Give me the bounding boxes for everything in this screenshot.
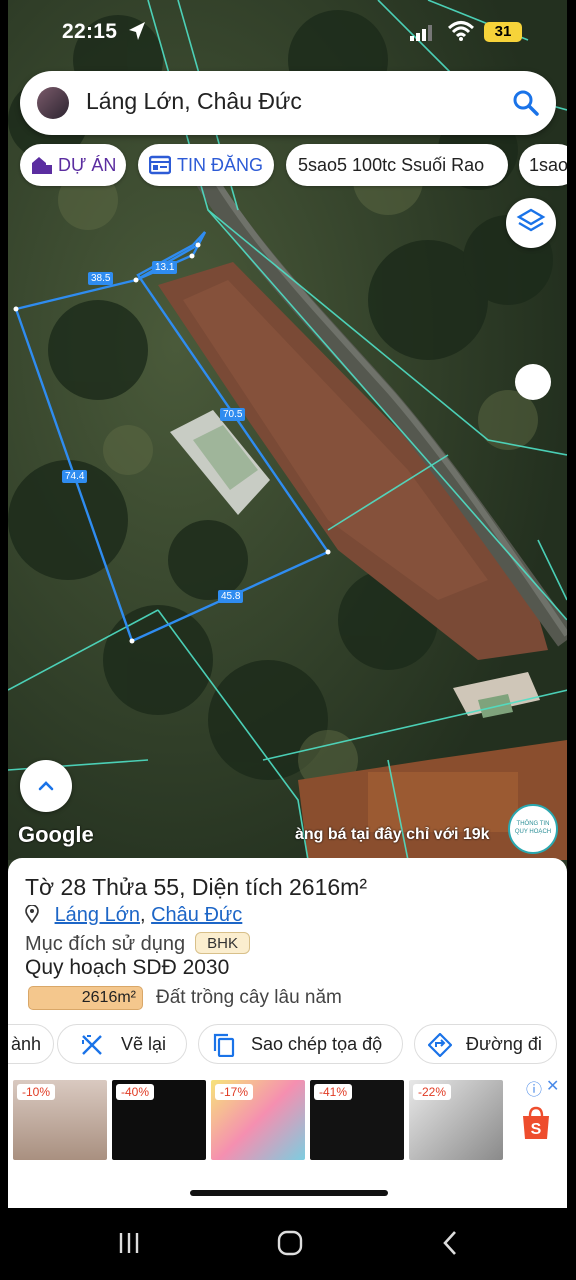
avatar[interactable] xyxy=(37,87,69,119)
chevron-up-icon xyxy=(38,781,54,791)
brand-logo[interactable]: THÔNG TIN QUY HOẠCH xyxy=(508,804,558,854)
filter-chips: DỰ ÁN TIN ĐĂNG 5sao5 100tc Ssuối Rao 1sa… xyxy=(8,144,567,188)
home-icon[interactable] xyxy=(275,1228,305,1258)
location-pin-icon xyxy=(25,905,39,923)
ad-item-3[interactable]: -17% xyxy=(211,1080,305,1160)
ad-item-2[interactable]: -40% xyxy=(112,1080,206,1160)
google-logo: Google xyxy=(18,822,94,847)
edge-length-label: 45.8 xyxy=(218,590,244,603)
directions-icon xyxy=(428,1033,452,1057)
redraw-icon xyxy=(82,1035,102,1055)
plan-title: Quy hoạch SDĐ 2030 xyxy=(25,956,230,979)
status-bar: 22:15 31 xyxy=(8,0,567,64)
phone-screen: 38.5 13.1 70.5 74.4 45.8 22:15 31 Láng Lớn, … xyxy=(0,0,576,1280)
listing-icon xyxy=(149,155,171,175)
parcel-title: Tờ 28 Thửa 55, Diện tích 2616m² xyxy=(25,874,368,900)
wifi-icon xyxy=(448,21,474,41)
back-icon[interactable] xyxy=(436,1228,466,1258)
map-layers-button[interactable] xyxy=(506,198,556,248)
chip-listing[interactable]: 5sao5 100tc Ssuối Rao xyxy=(286,144,508,186)
edge-length-label: 13.1 xyxy=(152,261,178,274)
ad-item-1[interactable]: -10% xyxy=(13,1080,107,1160)
edge-length-label: 70.5 xyxy=(220,408,246,421)
app-window: 38.5 13.1 70.5 74.4 45.8 22:15 31 Láng Lớn, … xyxy=(8,0,567,1208)
ward-link[interactable]: Láng Lớn xyxy=(55,904,140,926)
land-purpose: Mục đích sử dụng BHK xyxy=(25,932,250,956)
building-icon xyxy=(32,157,52,174)
plan-area-bar: 2616m² xyxy=(28,986,143,1010)
purpose-code-badge: BHK xyxy=(195,932,250,954)
search-query[interactable]: Láng Lớn, Châu Đức xyxy=(86,88,302,115)
ad-item-5[interactable]: -22% xyxy=(409,1080,503,1160)
chip-du-an[interactable]: DỰ ÁN xyxy=(20,144,126,186)
home-indicator[interactable] xyxy=(190,1190,388,1196)
location-arrow-icon xyxy=(129,22,145,40)
status-time: 22:15 xyxy=(62,20,118,43)
shopee-icon[interactable]: S xyxy=(520,1106,552,1140)
expand-button[interactable] xyxy=(20,760,72,812)
search-icon[interactable] xyxy=(512,89,540,117)
chip-listing-2[interactable]: 1sao xyxy=(519,144,567,186)
parcel-info-sheet: Tờ 28 Thửa 55, Diện tích 2616m² Láng Lớn… xyxy=(8,858,567,1208)
ad-close-icon[interactable]: ✕ xyxy=(546,1076,559,1096)
copy-icon xyxy=(213,1033,235,1057)
redraw-button[interactable]: Vẽ lại xyxy=(57,1024,187,1064)
map-drag-handle[interactable] xyxy=(515,364,551,400)
layers-icon xyxy=(516,208,546,232)
plan-use-label: Đất trồng cây lâu năm xyxy=(156,987,342,1008)
ad-item-4[interactable]: -41% xyxy=(310,1080,404,1160)
ad-info-icon[interactable]: ⓘ xyxy=(526,1076,542,1100)
search-bar[interactable]: Láng Lớn, Châu Đức xyxy=(20,71,556,135)
system-navigation-bar xyxy=(0,1208,576,1280)
ad-banner[interactable]: -10% -40% -17% -41% -22% ⓘ ✕ S xyxy=(8,1076,567,1160)
svg-text:S: S xyxy=(531,1121,542,1138)
promo-ticker[interactable]: àng bá tại đây chỉ với 19k xyxy=(295,826,490,844)
edge-length-label: 38.5 xyxy=(88,272,114,285)
edge-length-label: 74.4 xyxy=(62,470,88,483)
cellular-signal-icon xyxy=(410,25,432,41)
parcel-address: Láng Lớn, Châu Đức xyxy=(25,904,242,927)
battery-indicator: 31 xyxy=(484,22,522,42)
action-partial[interactable]: ành xyxy=(8,1024,54,1064)
directions-button[interactable]: Đường đi xyxy=(414,1024,557,1064)
copy-coords-button[interactable]: Sao chép tọa độ xyxy=(198,1024,403,1064)
chip-tin-dang[interactable]: TIN ĐĂNG xyxy=(138,144,274,186)
recent-apps-icon[interactable] xyxy=(114,1228,144,1258)
action-row: ành Vẽ lại Sao chép tọa độ Đường đi xyxy=(8,1024,567,1066)
district-link[interactable]: Châu Đức xyxy=(151,904,242,926)
